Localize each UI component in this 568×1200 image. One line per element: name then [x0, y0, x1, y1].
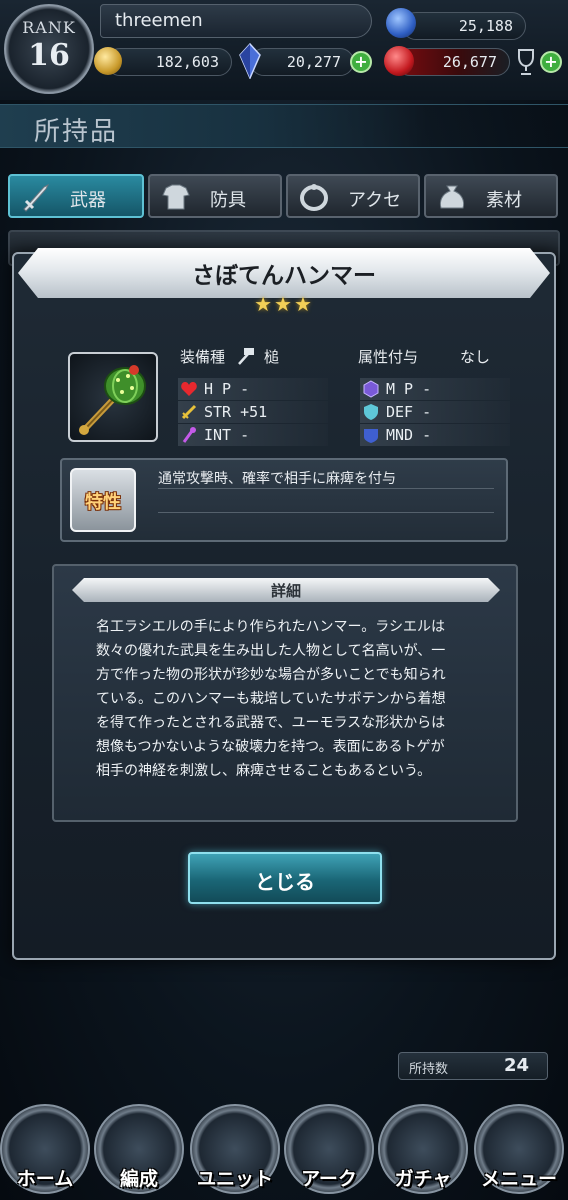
trait-badge-label: 特性 [85, 492, 121, 513]
bottom-nav: ホーム 編成 ユニット アーク ガチャ メニュー [0, 1100, 568, 1200]
mp-icon [363, 380, 379, 398]
gold-counter: 182,603 [106, 48, 232, 76]
nav-label: ホーム [16, 1168, 74, 1190]
stat-mp-text: M P - [386, 380, 432, 398]
bag-icon [439, 185, 465, 209]
stat-hp: H P - [178, 378, 328, 400]
gold-count: 182,603 [155, 53, 219, 71]
tab-label: 素材 [486, 190, 522, 211]
nav-gacha[interactable]: ガチャ [374, 1100, 472, 1200]
detail-label: 詳細 [270, 582, 301, 600]
detail-line: 相手の神経を刺激し、麻痺させることもあるという。 [96, 763, 432, 779]
rank-badge: RANK 16 [4, 4, 94, 94]
section-header: 所持品 [0, 104, 568, 148]
orb-count: 25,188 [458, 17, 513, 35]
close-button[interactable]: とじる [188, 852, 382, 904]
stat-int: INT - [178, 424, 328, 446]
modal-title-bar: さぼてんハンマー [18, 248, 550, 298]
trait-box: 特性 通常攻撃時、確率で相手に麻痺を付与 [60, 458, 508, 542]
staff-icon [182, 427, 196, 443]
orb-counter: 25,188 [402, 12, 526, 40]
tab-weapons[interactable]: 武器 [8, 174, 144, 218]
category-tabs: 武器 防具 アクセ 素材 [8, 174, 560, 218]
gold-coin-icon [94, 47, 122, 75]
blue-orb-icon [386, 8, 416, 38]
nav-label: メニュー [480, 1168, 557, 1190]
nav-ark[interactable]: アーク [280, 1100, 378, 1200]
stat-mp: M P - [360, 378, 510, 400]
close-button-label: とじる [255, 870, 315, 894]
nav-label: アーク [301, 1168, 357, 1190]
red-orb-icon [384, 46, 414, 76]
nav-label: ガチャ [394, 1168, 452, 1190]
nav-label: ユニット [196, 1168, 273, 1190]
equip-type-label: 装備種 [180, 348, 226, 366]
detail-line: 方で作った物の形状が珍妙な場合が多いことでも知られ [96, 667, 446, 683]
cactus-hammer-icon [79, 365, 146, 435]
tab-materials[interactable]: 素材 [424, 174, 558, 218]
nav-unit[interactable]: ユニット [186, 1100, 284, 1200]
nav-label: 編成 [119, 1168, 158, 1190]
stat-mnd-text: MND - [386, 426, 432, 444]
tab-label: 武器 [70, 190, 106, 211]
detail-line: 数々の優れた武具を生み出した人物として名高いが、一 [96, 643, 446, 659]
tab-armor[interactable]: 防具 [148, 174, 282, 218]
detail-box: 詳細 名工ラシエルの手により作られたハンマー。ラシエルは 数々の優れた武具を生み… [52, 564, 518, 822]
mind-icon [364, 429, 378, 443]
stat-str-text: STR +51 [204, 403, 268, 421]
crystal-count: 20,277 [286, 53, 341, 71]
trait-description: 通常攻撃時、確率で相手に麻痺を付与 [158, 471, 396, 487]
tab-label: 防具 [210, 190, 246, 211]
hammer-type-icon [238, 348, 254, 365]
player-name[interactable]: threemen [100, 4, 372, 38]
trophy-icon [518, 49, 534, 75]
shield-icon [364, 404, 378, 420]
inventory-count-label: 所持数 [409, 1062, 449, 1077]
sword-stat-icon [181, 404, 197, 420]
rank-value: 16 [28, 38, 70, 73]
detail-line: 想像もつかないような破壊力を持つ。表面にあるトゲが [96, 739, 445, 755]
inventory-count-value: 24 [503, 1055, 529, 1076]
trait-badge: 特性 [70, 468, 136, 532]
page-title: 所持品 [34, 117, 119, 147]
stat-int-text: INT - [204, 426, 250, 444]
item-image-frame [68, 352, 158, 442]
stat-mnd: MND - [360, 424, 510, 446]
inventory-count: 所持数 24 [398, 1052, 548, 1080]
red-count: 26,677 [442, 53, 497, 71]
detail-line: を得て作ったとされる武器で、ユーモラスな形状からは [96, 715, 446, 731]
equip-type-value: 槌 [264, 348, 280, 366]
detail-line: 名工ラシエルの手により作られたハンマー。ラシエルは [96, 619, 446, 635]
trait-divider [158, 488, 494, 489]
element-value: なし [460, 348, 491, 366]
sword-icon [23, 183, 50, 212]
crystal-counter: 20,277 [250, 48, 354, 76]
nav-home[interactable]: ホーム [0, 1100, 94, 1200]
detail-header: 詳細 [72, 578, 500, 602]
armor-icon [162, 184, 190, 210]
rarity-stars: ★★★ [254, 292, 314, 316]
add-red-button[interactable]: + [540, 51, 562, 73]
stat-str: STR +51 [178, 401, 328, 423]
heart-icon [181, 382, 197, 396]
item-detail-modal: さぼてんハンマー ★★★ 装備種 槌 属性付与 なし H P - M P - S… [12, 252, 556, 960]
detail-line: ている。このハンマーも栽培していたサボテンから着想 [96, 691, 446, 707]
blue-crystal-icon [239, 43, 261, 79]
add-crystal-button[interactable]: + [350, 51, 372, 73]
ring-icon [300, 184, 328, 211]
tab-label: アクセ [348, 190, 402, 211]
stat-def-text: DEF - [386, 403, 432, 421]
tab-accessories[interactable]: アクセ [286, 174, 420, 218]
rank-label: RANK [22, 18, 76, 37]
nav-menu[interactable]: メニュー [470, 1100, 568, 1200]
trait-divider [158, 512, 494, 513]
item-name: さぼてんハンマー [192, 263, 376, 289]
status-bar: RANK 16 threemen 25,188 182,603 20,277 +… [0, 0, 568, 100]
stat-def: DEF - [360, 401, 510, 423]
nav-party[interactable]: 編成 [90, 1100, 188, 1200]
element-label: 属性付与 [358, 348, 419, 366]
stat-hp-text: H P - [204, 380, 250, 398]
